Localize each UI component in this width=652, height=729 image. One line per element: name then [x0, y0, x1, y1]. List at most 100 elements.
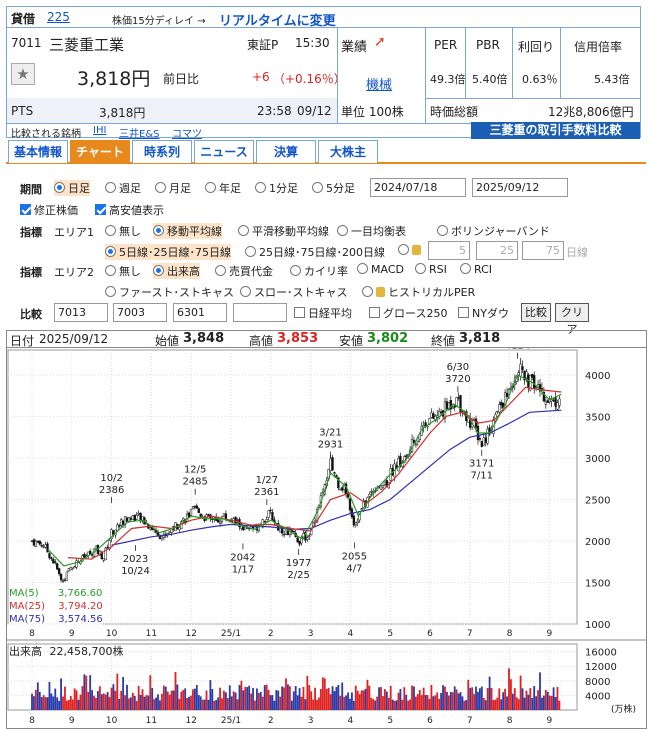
ma-set-short[interactable]: 5日線･25日線･75日線	[105, 244, 231, 260]
tab-news[interactable]: ニュース	[194, 140, 254, 163]
candle-body	[308, 535, 311, 537]
area2-hist-per[interactable]: ヒストリカルPER	[362, 284, 475, 300]
volume-bar	[529, 688, 532, 710]
volume-bar	[327, 687, 330, 710]
x-tick-label: 4	[348, 629, 354, 639]
x-tick-label: 2	[268, 716, 274, 726]
area1-ichimoku[interactable]: 一目均衡表	[337, 223, 406, 239]
volume-bar	[38, 691, 41, 710]
custom-ma-3-input[interactable]: 75	[522, 241, 564, 260]
tab-earnings[interactable]: 決算	[256, 140, 316, 163]
volume-bar	[426, 695, 429, 710]
compare-code-3-input[interactable]: 6301	[173, 303, 227, 322]
area2-fast-stoch[interactable]: ファースト･ストキャス	[105, 284, 234, 300]
area2-rci[interactable]: RCI	[460, 263, 492, 276]
candle-body	[121, 520, 125, 525]
area1-ma[interactable]: 移動平均線	[153, 223, 222, 239]
tab-major-holders[interactable]: 大株主	[318, 140, 378, 163]
area2-label: エリア2	[54, 266, 94, 279]
annotation-date: 3/21	[319, 428, 341, 439]
area2-rsi[interactable]: RSI	[415, 263, 447, 276]
adjusted-price-checkbox[interactable]: 修正株価	[20, 202, 78, 218]
nydow-checkbox[interactable]: NYダウ	[458, 305, 509, 321]
volume-bar	[548, 695, 551, 710]
fee-compare-banner[interactable]: 三菱重の取引手数料比較	[471, 122, 640, 139]
volume-bar	[73, 688, 76, 710]
area2-deviation[interactable]: カイリ率	[290, 263, 348, 279]
volume-bar	[157, 694, 159, 710]
area1-none-label: 無し	[119, 225, 141, 238]
highlow-checkbox[interactable]: 高安値表示	[95, 202, 164, 218]
compare-button[interactable]: 比較	[521, 303, 551, 322]
date-from-input[interactable]: 2024/07/18	[370, 178, 466, 197]
ma75-legend: MA(75) 3,574.56	[9, 613, 103, 626]
area2-turnover[interactable]: 売買代金	[215, 263, 273, 279]
y-tick-label: 3000	[585, 454, 610, 465]
volume-bar	[131, 692, 134, 710]
volume-bar	[203, 699, 206, 710]
area2-slow-stoch[interactable]: スロー･ストキャス	[240, 284, 348, 300]
volume-bar	[75, 690, 78, 710]
sector-link[interactable]: 機械	[366, 74, 392, 93]
volume-bar	[164, 686, 167, 710]
period-daily[interactable]: 日足	[54, 180, 90, 196]
volume-bar	[50, 693, 53, 710]
custom-ma-1-input[interactable]: 5	[428, 241, 470, 260]
area1-smooth-ma[interactable]: 平滑移動平均線	[238, 223, 329, 239]
candle-body	[339, 488, 342, 491]
annotation-date: 7/11	[471, 471, 493, 482]
unit-label: 単位 100株	[341, 105, 404, 119]
candle-body	[451, 406, 454, 409]
volume-bar	[277, 690, 280, 710]
ma-set-custom[interactable]	[398, 244, 424, 257]
tab-chart[interactable]: チャート	[70, 140, 130, 163]
volume-label: 出来高	[9, 645, 42, 658]
date-value: 2025/09/12	[39, 332, 109, 346]
period-5min-label: 5分足	[326, 182, 355, 195]
compare-stock-link[interactable]: IHI	[93, 125, 106, 136]
compare-code-1-input[interactable]: 7013	[54, 303, 108, 322]
volume-bar	[290, 700, 293, 710]
compare-code-4-input[interactable]	[233, 303, 287, 322]
candle-body	[48, 553, 51, 559]
ma-set-long[interactable]: 25日線･75日線･200日線	[245, 244, 385, 260]
tab-basic-info[interactable]: 基本情報	[8, 140, 68, 163]
area2-volume[interactable]: 出来高	[153, 263, 200, 279]
volume-bar	[97, 691, 99, 710]
period-1min[interactable]: 1分足	[255, 180, 298, 196]
nikkei-checkbox[interactable]: 日経平均	[294, 305, 352, 321]
margin-ratio-value: 5.43倍	[594, 73, 630, 86]
realtime-link[interactable]: リアルタイムに変更	[219, 10, 336, 29]
candle-body	[533, 375, 536, 389]
clear-button[interactable]: クリア	[555, 303, 589, 336]
custom-ma-2-input[interactable]: 25	[476, 241, 518, 260]
candle-body	[125, 517, 129, 522]
area2-none[interactable]: 無し	[105, 263, 141, 279]
candle-body	[482, 437, 485, 446]
period-5min[interactable]: 5分足	[312, 180, 355, 196]
lending-value-link[interactable]: 225	[47, 10, 70, 24]
period-monthly[interactable]: 月足	[155, 180, 191, 196]
annotation-date: 12/5	[184, 465, 206, 476]
volume-bar	[159, 700, 161, 710]
date-to-input[interactable]: 2025/09/12	[472, 178, 568, 197]
lending-label: 貸借	[11, 12, 36, 26]
area2-turnover-label: 売買代金	[229, 265, 273, 278]
compare-code-2-input[interactable]: 7003	[113, 303, 167, 322]
period-yearly[interactable]: 年足	[205, 180, 241, 196]
favorite-star-icon[interactable]: ★	[11, 63, 35, 85]
growth250-checkbox[interactable]: グロース250	[369, 305, 447, 321]
custom-ma-unit: 日線	[566, 246, 588, 259]
tab-timeseries[interactable]: 時系列	[132, 140, 192, 163]
area2-macd[interactable]: MACD	[357, 263, 404, 276]
volume-bar	[95, 697, 97, 710]
volume-bar	[325, 688, 328, 710]
ma-set-short-label: 5日線･25日線･75日線	[119, 246, 231, 259]
area1-none[interactable]: 無し	[105, 223, 141, 239]
volume-bar	[56, 697, 59, 710]
metrics-col: PER PBR 利回り 信用倍率 49.3倍 5.40倍 0.63％ 5.43倍…	[425, 28, 641, 123]
area1-bollinger[interactable]: ボリンジャーバンド	[437, 223, 550, 239]
volume-bar	[256, 688, 258, 710]
candle-body	[106, 547, 109, 549]
period-weekly[interactable]: 週足	[105, 180, 141, 196]
